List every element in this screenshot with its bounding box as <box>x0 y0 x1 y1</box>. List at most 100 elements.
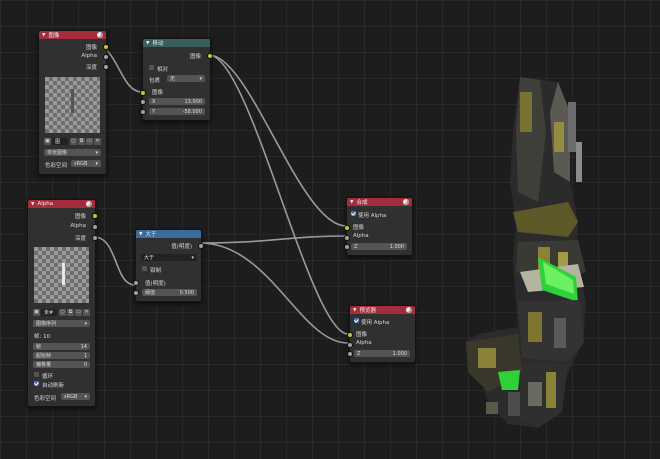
y-socket[interactable] <box>140 109 146 115</box>
collapse-arrow-icon[interactable]: ▼ <box>31 202 34 207</box>
chevron-down-icon: ▾ <box>191 254 194 261</box>
close-icon[interactable]: ✕ <box>94 138 101 145</box>
greater-output-label: 值(明度) <box>171 244 192 250</box>
image-preview-sprite <box>71 89 74 113</box>
output-image-socket[interactable] <box>103 44 109 50</box>
image-name-field[interactable]: 图 <box>52 138 68 145</box>
collapse-arrow-icon[interactable]: ▼ <box>139 232 142 237</box>
start-frame-value: 1 <box>83 352 87 359</box>
viewer-node-title: 预览器 <box>359 308 376 314</box>
composite-node[interactable]: ▼ 合成 使用 Alpha 图像 Alpha Z 1.000 <box>344 197 413 256</box>
start-frame-field[interactable]: 起始帧 1 <box>33 352 90 359</box>
image-source-select[interactable]: 单张图像 ▾ <box>44 149 101 156</box>
output-alpha-socket[interactable] <box>103 54 109 60</box>
close-icon[interactable]: ✕ <box>83 309 90 316</box>
image-icon[interactable]: ▣ <box>44 138 51 145</box>
composite-alpha-socket[interactable] <box>344 235 350 241</box>
offset-field[interactable]: 偏移量 0 <box>33 361 90 368</box>
x-socket[interactable] <box>140 99 146 105</box>
wrap-select[interactable]: 无 ▾ <box>167 75 205 82</box>
relative-checkbox[interactable] <box>149 65 154 70</box>
folder-icon[interactable]: ▭ <box>75 309 82 316</box>
frames-field[interactable]: 帧 14 <box>33 343 90 350</box>
use-alpha-label: 使用 Alpha <box>361 320 390 326</box>
use-alpha-checkbox[interactable] <box>354 318 359 323</box>
colorspace-select[interactable]: sRGB ▾ <box>61 393 90 400</box>
greater-node-header[interactable]: ▼ 大于 <box>136 230 201 238</box>
composite-z-field[interactable]: Z 1.000 <box>351 243 407 250</box>
offset-label: 偏移量 <box>36 362 52 368</box>
greater-node[interactable]: ▼ 大于 值(明度) 大于 ▾ 钳制 值(明度) 阈值 0.500 <box>133 229 204 302</box>
colorspace-value: sRGB <box>64 393 78 400</box>
viewer-z-socket[interactable] <box>347 351 353 357</box>
alpha-node[interactable]: ▼ Alpha 图像 Alpha 深度 ▣ 未# ○ ⧉ ▭ ✕ 图像序列 ▾ … <box>27 199 98 407</box>
alpha-preview <box>34 247 89 303</box>
output-alpha-socket[interactable] <box>92 224 98 230</box>
operation-select[interactable]: 大于 ▾ <box>141 254 197 261</box>
x-field[interactable]: X 13.000 <box>149 98 205 105</box>
threshold-label: 阈值 <box>145 290 156 296</box>
greater-input-socket[interactable] <box>133 280 139 286</box>
greater-input-label: 值(明度) <box>145 281 166 287</box>
alpha-image-name-field[interactable]: 未# <box>41 309 57 316</box>
threshold-field[interactable]: 阈值 0.500 <box>142 289 197 296</box>
translate-node-header[interactable]: ▼ 移动 <box>143 39 210 47</box>
viewer-node-header[interactable]: ▼ 预览器 <box>350 306 415 314</box>
clamp-checkbox[interactable] <box>142 266 147 271</box>
translate-input-socket[interactable] <box>140 90 146 96</box>
greater-node-title: 大于 <box>145 232 157 238</box>
output-image-socket[interactable] <box>92 213 98 219</box>
composite-z-value: 1.000 <box>389 243 404 250</box>
alpha-node-header[interactable]: ▼ Alpha <box>28 200 95 208</box>
x-label: X <box>152 98 156 105</box>
output-image-label: 图像 <box>85 45 97 51</box>
cyclic-checkbox[interactable] <box>34 372 39 377</box>
composite-z-socket[interactable] <box>344 244 350 250</box>
alpha-source-select[interactable]: 图像序列 ▾ <box>33 320 90 327</box>
use-alpha-checkbox[interactable] <box>351 211 356 216</box>
collapse-arrow-icon[interactable]: ▼ <box>42 33 45 38</box>
alpha-node-title: Alpha <box>37 201 54 207</box>
image-node[interactable]: ▼ 图像 图像 Alpha 深度 ▣ 图 ○ ⧉ ▭ ✕ 单张图像 ▾ 色彩空间… <box>38 30 109 175</box>
viewer-node[interactable]: ▼ 预览器 使用 Alpha 图像 Alpha Z 1.000 <box>347 305 416 363</box>
fake-user-icon[interactable]: ○ <box>70 138 77 145</box>
composite-z-label: Z <box>354 243 358 250</box>
clamp-label: 钳制 <box>150 268 162 274</box>
translate-node[interactable]: ▼ 移动 图像 相对 包裹 无 ▾ 图像 X 13.000 Y -58.000 <box>140 38 213 121</box>
collapse-arrow-icon[interactable]: ▼ <box>353 308 356 313</box>
fake-user-icon[interactable]: ○ <box>59 309 66 316</box>
viewer-alpha-label: Alpha <box>356 340 372 346</box>
chevron-down-icon: ▾ <box>84 320 87 327</box>
autorefresh-checkbox[interactable] <box>34 381 39 386</box>
image-node-header[interactable]: ▼ 图像 <box>39 31 106 39</box>
y-field[interactable]: Y -58.000 <box>149 108 205 115</box>
duplicate-icon[interactable]: ⧉ <box>78 138 85 145</box>
use-alpha-label: 使用 Alpha <box>358 213 387 219</box>
chevron-down-icon: ▾ <box>95 160 98 167</box>
image-preview <box>45 77 100 133</box>
offset-value: 0 <box>83 361 87 368</box>
threshold-value: 0.500 <box>179 289 194 296</box>
start-frame-label: 起始帧 <box>36 353 52 359</box>
image-icon[interactable]: ▣ <box>33 309 40 316</box>
collapse-arrow-icon[interactable]: ▼ <box>146 41 149 46</box>
translate-output-socket[interactable] <box>207 53 213 59</box>
duplicate-icon[interactable]: ⧉ <box>67 309 74 316</box>
frames-count-label: 帧: 10 <box>34 334 51 340</box>
viewer-alpha-socket[interactable] <box>347 342 353 348</box>
sprite-tower <box>466 77 586 428</box>
composite-image-socket[interactable] <box>344 225 350 231</box>
threshold-socket[interactable] <box>133 290 139 296</box>
frames-field-value: 14 <box>80 343 87 350</box>
frames-field-label: 帧 <box>36 344 42 350</box>
output-depth-socket[interactable] <box>92 235 98 241</box>
colorspace-select[interactable]: sRGB ▾ <box>71 160 101 167</box>
viewer-z-field[interactable]: Z 1.000 <box>354 350 410 357</box>
collapse-arrow-icon[interactable]: ▼ <box>350 200 353 205</box>
viewer-image-socket[interactable] <box>347 332 353 338</box>
wrap-label: 包裹 <box>149 78 161 84</box>
greater-output-socket[interactable] <box>198 243 204 249</box>
folder-icon[interactable]: ▭ <box>86 138 93 145</box>
output-depth-socket[interactable] <box>103 64 109 70</box>
composite-node-header[interactable]: ▼ 合成 <box>347 198 412 206</box>
